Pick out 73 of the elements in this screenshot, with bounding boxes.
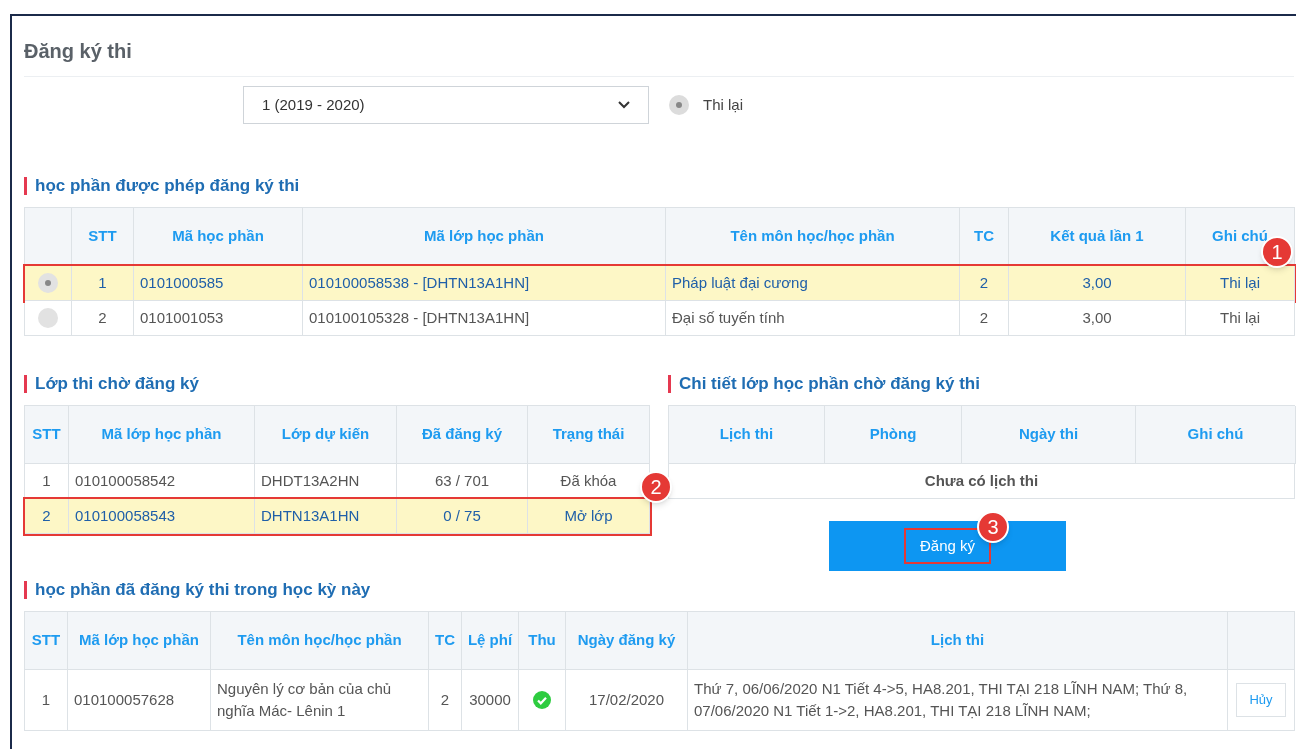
table-cell-text: DHTN13A1HN [261, 505, 360, 526]
column-header: Phòng [825, 406, 962, 464]
column-header: STT [72, 208, 134, 266]
table-cell-text: Pháp luật đại cương [672, 272, 808, 293]
table-cell-text: 010100105328 - [DHTN13A1HN] [309, 307, 530, 328]
table-cell-text: 1 [98, 272, 107, 293]
chevron-down-icon [618, 101, 630, 109]
column-header: Lớp dự kiến [255, 406, 397, 464]
table-row[interactable]: 2 0101001053 010100105328 - [DHTN13A1HN] Đại số tuyến tính 2 3,00 Thi lại [25, 301, 1295, 336]
table-cell-text: DHDT13A2HN [261, 470, 360, 491]
column-header: STT [25, 612, 68, 670]
step-badge: 3 [977, 511, 1009, 543]
section-title: Chi tiết lớp học phần chờ đăng ký thi [668, 375, 1295, 393]
table-cell-text: 010100058542 [75, 470, 176, 491]
table-cell-text: 1 [41, 689, 51, 710]
table-cell-text: Đại số tuyến tính [672, 307, 785, 328]
table-cell-text: Mở lớp [564, 505, 613, 526]
column-header: TC [960, 208, 1009, 266]
radio-button[interactable] [38, 308, 58, 328]
highlighted-row[interactable]: 2 010100058543 DHTN13A1HN 0 / 75 Mở lớp [25, 499, 650, 534]
column-header: Mã học phần [134, 208, 303, 266]
cancel-button[interactable]: Hủy [1236, 683, 1286, 717]
table-cell-text: Thứ 7, 06/06/2020 N1 Tiết 4->5, HA8.201, THI TẠI 218 LĨNH NAM; Thứ 8, 07/06/2020 N1 Tiết 1->2, HA8.201, THI TẠI 218 LĨNH NAM; [694, 679, 1189, 721]
table-cell-text: 17/02/2020 [588, 689, 665, 710]
table-cell-text: 010100058538 - [DHTN13A1HN] [309, 272, 530, 293]
radio-label: Thi lại [703, 94, 743, 115]
table-cell-text: 0101000585 [140, 272, 224, 293]
table-cell-text: 30000 [469, 689, 511, 710]
column-header: Lịch thi [688, 612, 1228, 670]
column-header: Mã lớp học phần [303, 208, 666, 266]
radio-button[interactable] [38, 273, 58, 293]
column-header: Lệ phí [462, 612, 519, 670]
step-badge: 2 [640, 471, 672, 503]
table-cell-text: 2 [98, 307, 107, 328]
table-cell-text: Nguyên lý cơ bản của chủ nghĩa Mác- Lênin 1 [217, 679, 393, 721]
empty-message: Chưa có lịch thi [924, 470, 1039, 491]
column-header: Đã đăng ký [397, 406, 528, 464]
column-header: Mã lớp học phần [68, 612, 211, 670]
table-cell-text: 3,00 [1082, 272, 1112, 293]
column-header: Thu [519, 612, 566, 670]
section-title: học phần được phép đăng ký thi [24, 177, 1294, 195]
table-cell-text: 2 [979, 272, 989, 293]
table-cell-text: 3,00 [1082, 307, 1112, 328]
table-cell-text: 0101001053 [140, 307, 224, 328]
column-header: Ngày thi [962, 406, 1136, 464]
column-header: STT [25, 406, 69, 464]
column-header: Tên môn học/học phần [666, 208, 960, 266]
column-header: Ngày đăng ký [566, 612, 688, 670]
column-header: Kết quả lần 1 [1009, 208, 1186, 266]
column-header: Mã lớp học phần [69, 406, 255, 464]
table-cell-text: 010100058543 [75, 505, 176, 526]
table-row[interactable]: 1 010100058542 DHDT13A2HN 63 / 701 Đã khóa [25, 464, 650, 499]
column-header: TC [429, 612, 462, 670]
section-title: học phần đã đăng ký thi trong học kỳ này [24, 581, 1294, 599]
table-cell-text: Đã khóa [560, 470, 617, 491]
table-cell-text: Thi lại [1220, 307, 1260, 328]
table-cell-text: 2 [42, 505, 51, 526]
table-cell-text: 010100057628 [74, 689, 175, 710]
table-cell-text: 63 / 701 [434, 470, 490, 491]
column-header: Ghi chú [1136, 406, 1296, 464]
table-cell-text: 0 / 75 [443, 505, 481, 526]
term-select[interactable]: 1 (2019 - 2020) [243, 86, 649, 124]
page-title: Đăng ký thi [24, 36, 1294, 77]
table-cell-text: 2 [979, 307, 989, 328]
column-header: Trạng thái [528, 406, 650, 464]
table-cell-text: 2 [440, 689, 450, 710]
section-title: Lớp thi chờ đăng ký [24, 375, 650, 393]
table-cell-text: 1 [42, 470, 51, 491]
highlighted-row[interactable]: 1 0101000585 010100058538 - [DHTN13A1HN] Pháp luật đại cương 2 3,00 Thi lại [25, 266, 1295, 301]
column-header: Lịch thi [669, 406, 825, 464]
column-header: Tên môn học/học phần [211, 612, 429, 670]
table-cell-text: Thi lại [1220, 272, 1260, 293]
radio-button[interactable] [669, 95, 689, 115]
